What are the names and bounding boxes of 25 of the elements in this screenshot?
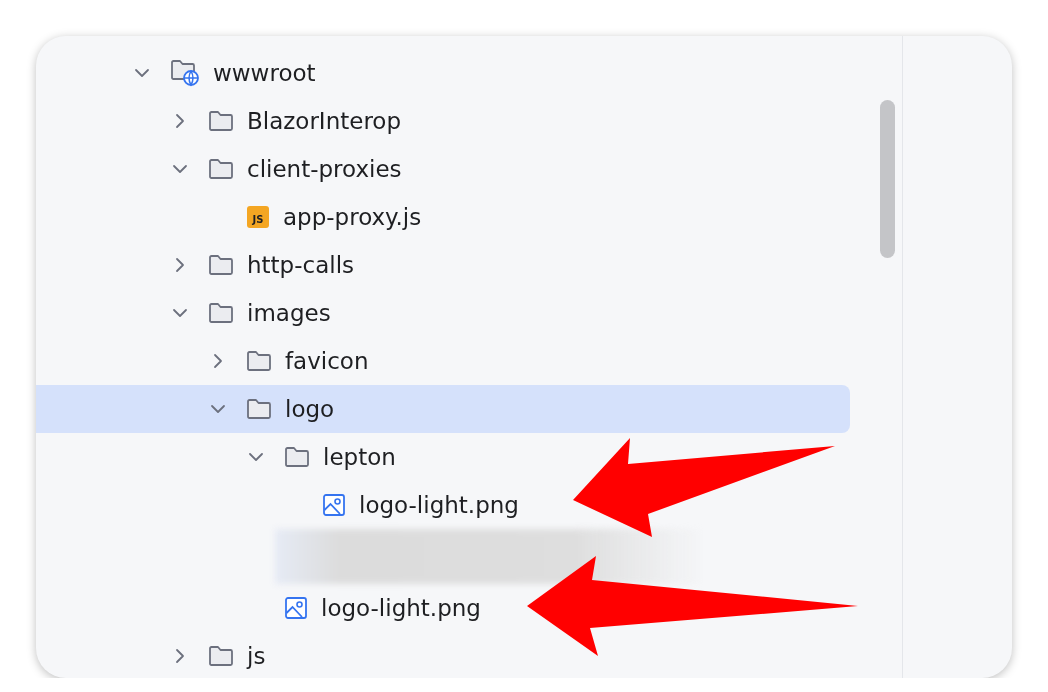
tree-item[interactable]: http-calls (36, 241, 850, 289)
tree-item[interactable]: logo (36, 385, 850, 433)
tree-item[interactable]: js (36, 632, 850, 678)
folder-icon (284, 446, 310, 468)
folder-icon (208, 645, 234, 667)
tree-item[interactable]: wwwroot (36, 49, 850, 97)
tree-item[interactable]: logo-light.png (36, 481, 850, 529)
tree-item[interactable]: client-proxies (36, 145, 850, 193)
globe-folder-icon (170, 59, 200, 87)
folder-icon (246, 398, 272, 420)
tree-item[interactable]: lepton (36, 433, 850, 481)
js-file-icon: JS (247, 206, 269, 228)
tree-item[interactable]: favicon (36, 337, 850, 385)
folder-icon (208, 302, 234, 324)
folder-icon (208, 110, 234, 132)
tree-item[interactable]: images (36, 289, 850, 337)
tree-item[interactable]: BlazorInterop (36, 97, 850, 145)
tree-item[interactable]: logo-light.png (36, 584, 850, 632)
image-file-icon (284, 596, 308, 620)
folder-icon (208, 158, 234, 180)
tree-item[interactable]: JS app-proxy.js (36, 193, 850, 241)
image-file-icon (322, 493, 346, 517)
scrollbar-thumb[interactable] (880, 100, 895, 258)
folder-icon (246, 350, 272, 372)
folder-icon (208, 254, 234, 276)
